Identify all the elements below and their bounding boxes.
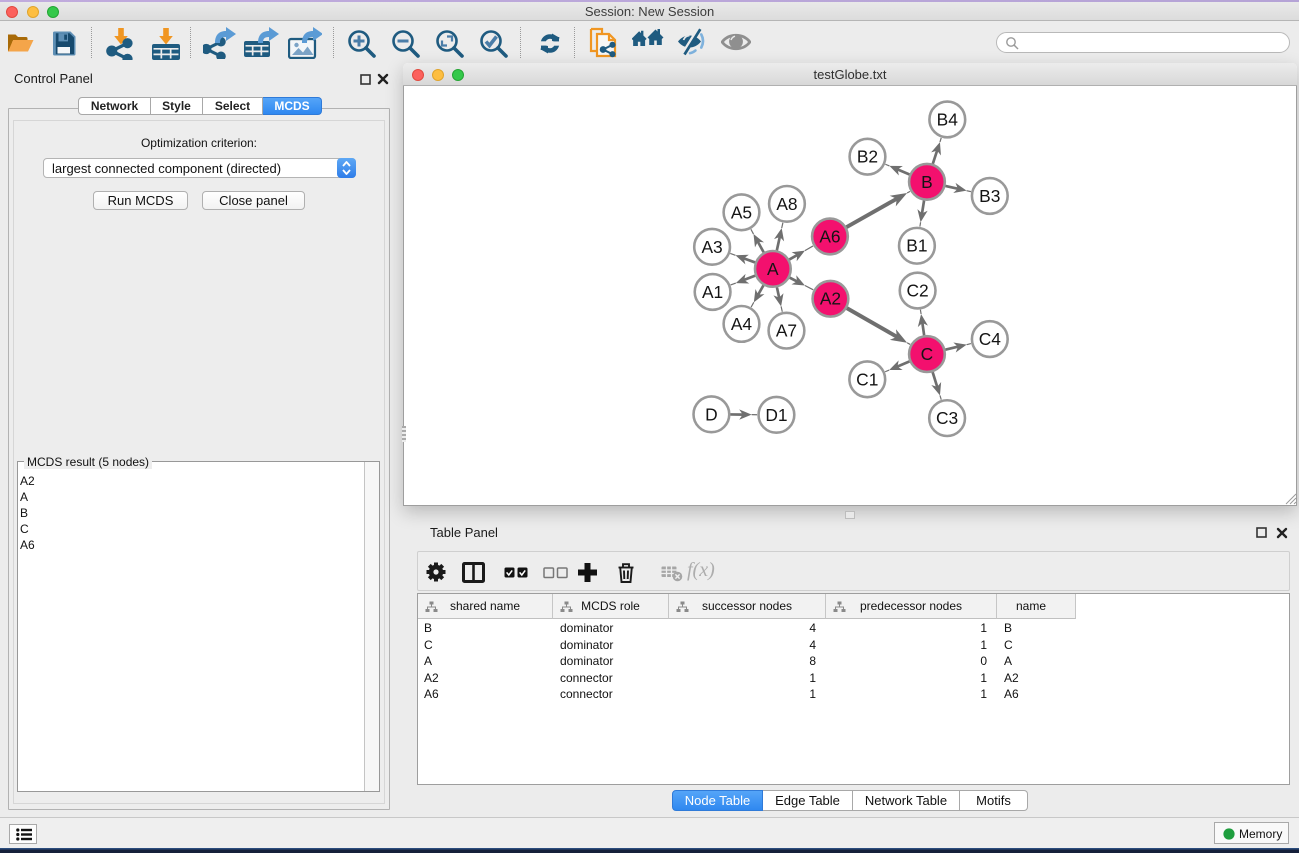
svg-text:A6: A6 xyxy=(819,226,840,246)
svg-text:B1: B1 xyxy=(906,236,927,256)
svg-text:C: C xyxy=(921,344,934,364)
svg-text:f(x): f(x) xyxy=(687,559,715,581)
svg-text:B3: B3 xyxy=(979,186,1000,206)
svg-text:D1: D1 xyxy=(765,405,787,425)
svg-text:A7: A7 xyxy=(776,321,797,341)
svg-text:A5: A5 xyxy=(731,202,752,222)
svg-text:B2: B2 xyxy=(857,147,878,167)
svg-text:C4: C4 xyxy=(979,329,1002,349)
svg-text:A2: A2 xyxy=(820,289,841,309)
svg-text:B: B xyxy=(921,172,933,192)
svg-text:B4: B4 xyxy=(937,109,959,129)
svg-text:A: A xyxy=(767,259,779,279)
svg-text:A3: A3 xyxy=(701,237,722,257)
svg-text:C2: C2 xyxy=(907,280,929,300)
svg-text:A1: A1 xyxy=(702,282,723,302)
svg-text:A8: A8 xyxy=(776,194,797,214)
svg-text:D: D xyxy=(705,404,718,424)
svg-text:C1: C1 xyxy=(856,369,878,389)
svg-text:C3: C3 xyxy=(936,408,958,428)
svg-text:A4: A4 xyxy=(731,314,753,334)
